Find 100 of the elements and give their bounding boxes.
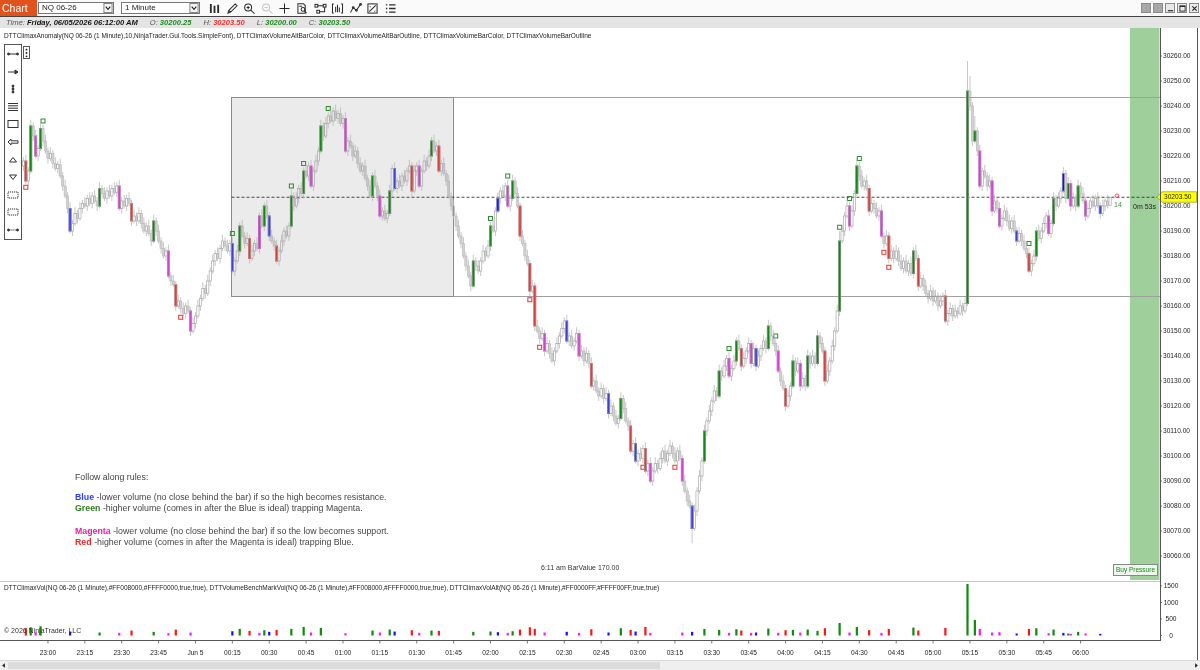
- candlestick: [171, 274, 175, 288]
- rule-color-label: Red: [75, 537, 92, 549]
- connector-icon[interactable]: [313, 2, 327, 14]
- candlestick: [270, 229, 274, 244]
- candlestick: [985, 171, 989, 192]
- candlestick: [31, 121, 35, 142]
- candlestick: [612, 401, 615, 422]
- candlestick: [971, 101, 974, 147]
- candlestick: [41, 124, 45, 147]
- ohlc-bars-icon[interactable]: [208, 2, 221, 14]
- left-arrow-icon[interactable]: [7, 136, 19, 147]
- list-icon[interactable]: [383, 2, 397, 14]
- candlestick: [257, 211, 261, 254]
- candlestick: [757, 349, 760, 369]
- dotted-rectangle-icon[interactable]: [7, 207, 19, 218]
- bar: [634, 631, 637, 636]
- candlestick: [1034, 226, 1038, 262]
- rule-color-label: Blue: [75, 491, 95, 503]
- candlestick: [766, 319, 770, 352]
- lines-icon[interactable]: [7, 101, 19, 112]
- bar: [565, 631, 568, 636]
- candlestick: [467, 259, 470, 279]
- square-marker-icon: [288, 183, 294, 189]
- bar: [1047, 633, 1050, 636]
- palette-menu-button[interactable]: [23, 46, 30, 59]
- candlestick: [1022, 234, 1026, 252]
- candlestick: [533, 281, 537, 332]
- candlestick: [671, 441, 674, 459]
- candlestick: [444, 169, 448, 187]
- bar: [767, 628, 770, 636]
- bar: [917, 630, 920, 636]
- bar: [735, 629, 738, 636]
- candlestick: [1086, 201, 1090, 219]
- bar: [496, 632, 499, 636]
- candlestick: [66, 191, 69, 214]
- maximize-button[interactable]: [1177, 3, 1187, 13]
- candlestick: [442, 156, 446, 177]
- bar: [472, 631, 475, 636]
- bar: [533, 628, 536, 636]
- candlestick: [897, 246, 900, 267]
- bar: [418, 632, 421, 636]
- candlestick: [678, 444, 682, 462]
- candlestick: [1081, 186, 1085, 204]
- minimize-button[interactable]: [1165, 3, 1175, 13]
- zoom-in-icon[interactable]: [243, 2, 257, 14]
- candlestick: [912, 246, 915, 279]
- square-marker-icon: [881, 249, 887, 255]
- candlestick: [98, 181, 101, 209]
- bar: [816, 630, 819, 636]
- candlestick: [624, 401, 628, 424]
- candlestick: [685, 486, 689, 507]
- candlestick: [902, 256, 905, 274]
- bar: [263, 630, 266, 636]
- candlestick: [887, 231, 891, 264]
- bar: [607, 632, 610, 636]
- bar: [275, 629, 278, 636]
- down-triangle-icon[interactable]: [7, 172, 19, 183]
- candlestick: [929, 284, 933, 302]
- rectangle-icon[interactable]: [7, 119, 19, 130]
- page-search-icon[interactable]: [295, 2, 309, 14]
- bracketed-bars-icon[interactable]: [331, 2, 345, 14]
- pencil-icon[interactable]: [225, 2, 239, 14]
- candlestick: [811, 349, 814, 367]
- caret-icon: [189, 3, 199, 13]
- up-triangle-icon[interactable]: [7, 154, 19, 165]
- candlestick: [526, 249, 529, 267]
- bar: [880, 632, 883, 636]
- square-marker-icon: [537, 344, 543, 350]
- candlestick: [452, 199, 455, 219]
- crosshair-icon[interactable]: [278, 2, 292, 14]
- bar: [152, 631, 155, 636]
- dotted-rectangle-icon[interactable]: [7, 189, 19, 200]
- bar: [430, 630, 433, 636]
- candlestick: [447, 174, 451, 199]
- bar: [489, 631, 492, 636]
- square-marker-icon: [325, 106, 331, 111]
- bar: [231, 631, 234, 636]
- bar: [410, 630, 413, 636]
- candlestick: [181, 301, 185, 317]
- line-nodes-icon[interactable]: [348, 2, 362, 14]
- candlestick: [907, 259, 910, 277]
- bar: [855, 626, 858, 636]
- close-button[interactable]: [1189, 3, 1199, 13]
- candlestick: [816, 329, 819, 367]
- boxed-diagonal-icon[interactable]: [366, 2, 380, 14]
- bar: [619, 628, 622, 636]
- circle-marker-icon: [1114, 193, 1120, 198]
- candlestick: [464, 251, 468, 272]
- candlestick: [1017, 226, 1021, 244]
- interval-dropdown[interactable]: 1 Minute: [121, 2, 200, 14]
- instrument-dropdown[interactable]: NQ 06-26: [38, 2, 114, 14]
- shaded-rectangle[interactable]: [231, 97, 454, 297]
- bar: [528, 627, 531, 636]
- line-icon[interactable]: [7, 49, 19, 59]
- arrow-line-icon[interactable]: [7, 66, 19, 77]
- chart-tab[interactable]: Chart: [0, 0, 37, 16]
- bar: [649, 632, 652, 636]
- bar: [978, 628, 981, 636]
- candlestick: [58, 158, 62, 179]
- bar: [691, 631, 694, 636]
